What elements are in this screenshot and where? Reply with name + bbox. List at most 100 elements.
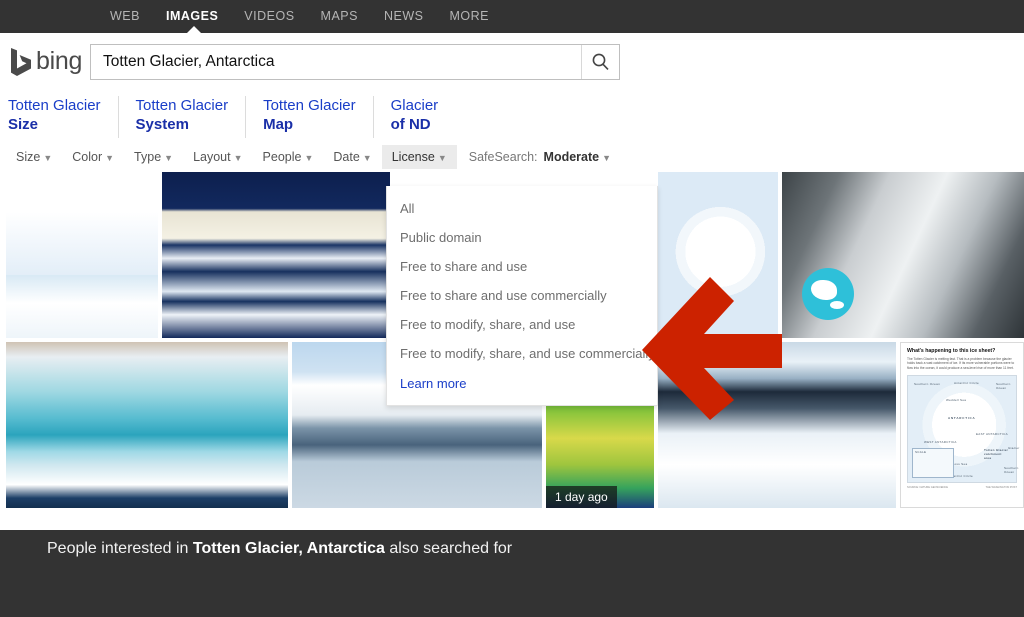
safesearch-label: SafeSearch: — [468, 149, 538, 164]
safesearch-value[interactable]: Moderate ▼ — [538, 150, 612, 164]
result-image — [6, 211, 158, 338]
license-learn-more-link[interactable]: Learn more — [387, 368, 657, 395]
footer-prefix: People interested in — [47, 540, 193, 557]
nav-item-more[interactable]: MORE — [436, 0, 502, 33]
related-search-1-line1: Totten Glacier — [135, 97, 229, 114]
map-label-southern-ocean-left: Southern Ocean — [914, 382, 941, 387]
ice-shelf-dark-sea-tile[interactable] — [162, 172, 390, 338]
related-search-2-line2: Map — [263, 116, 294, 133]
thumb-glacier-flowlines[interactable] — [156, 566, 254, 617]
infographic-publisher-credit: THE WASHINGTON POST — [985, 486, 1017, 490]
filter-size[interactable]: Size ▼ — [6, 145, 62, 169]
bing-images-search-page: WEB IMAGES VIDEOS MAPS NEWS MORE bing To… — [0, 0, 1024, 617]
filter-color-label: Color — [72, 149, 103, 164]
chevron-down-icon: ▼ — [304, 152, 314, 163]
infographic-antarctica-map: Southern Ocean Antarctic Circle Southern… — [907, 375, 1020, 484]
image-age-badge: 1 day ago — [546, 486, 617, 508]
filter-license-label: License — [391, 149, 435, 164]
related-search-3[interactable]: Glacier of ND — [391, 96, 456, 138]
related-searches-row: Totten Glacier Size Totten Glacier Syste… — [0, 90, 1024, 143]
map-label-antarctic-circle-top: Antarctic Circle — [954, 381, 979, 386]
filter-people[interactable]: People ▼ — [253, 145, 324, 169]
chevron-down-icon: ▼ — [233, 152, 243, 163]
bing-logo[interactable]: bing — [10, 47, 88, 77]
top-navigation-bar: WEB IMAGES VIDEOS MAPS NEWS MORE — [0, 0, 1024, 34]
related-search-0[interactable]: Totten Glacier Size — [8, 96, 119, 138]
map-label-southern-ocean-bottom: Southern Ocean — [1004, 466, 1019, 475]
bing-wordmark: bing — [36, 47, 83, 75]
related-search-2-line1: Totten Glacier — [263, 97, 356, 114]
thumb-earth-horizon[interactable] — [483, 566, 581, 617]
license-option-free-share-use-commercially[interactable]: Free to share and use commercially — [387, 281, 657, 310]
related-search-3-line1: Glacier — [390, 97, 439, 114]
infographic-source-credit: SOURCE: NATURE GEOSCIENCE — [907, 486, 949, 490]
related-search-1-line2: System — [135, 116, 189, 133]
filter-license[interactable]: License ▼ — [381, 144, 457, 169]
chevron-down-icon: ▼ — [602, 152, 612, 163]
search-box — [90, 43, 620, 80]
map-label-east-antarctica: EAST ANTARCTICA — [976, 432, 1008, 437]
top-nav-items: WEB IMAGES VIDEOS MAPS NEWS MORE — [97, 0, 502, 33]
infographic-credits: SOURCE: NATURE GEOSCIENCE THE WASHINGTON… — [901, 483, 1023, 489]
license-option-free-modify-share-use-commercially[interactable]: Free to modify, share, and use commercia… — [387, 339, 657, 368]
nav-item-news[interactable]: NEWS — [371, 0, 437, 33]
map-label-ross-sea: Ross Sea — [952, 462, 968, 467]
thumb-antarctica-white-map[interactable] — [592, 566, 690, 617]
thumb-misty-ice-landscape[interactable] — [919, 566, 1017, 617]
thumb-topographic-heatmap[interactable] — [810, 566, 908, 617]
map-label-totten-catchment: Totten Glacier catchment area — [984, 448, 1009, 461]
footer-query: Totten Glacier, Antarctica — [192, 540, 385, 557]
thumb-blue-flow-map[interactable] — [47, 566, 145, 617]
chevron-down-icon: ▼ — [105, 152, 115, 163]
thumb-satellite-ice[interactable] — [701, 566, 799, 617]
filter-type[interactable]: Type ▼ — [124, 145, 183, 169]
map-label-west-antarctica: WEST ANTARCTICA — [924, 440, 957, 445]
related-search-1[interactable]: Totten Glacier System — [136, 96, 247, 138]
related-search-2[interactable]: Totten Glacier Map — [263, 96, 374, 138]
result-image — [162, 172, 390, 338]
filter-size-label: Size — [16, 149, 41, 164]
chevron-down-icon: ▼ — [43, 152, 53, 163]
infographic-scale-inset: SCALE — [912, 448, 954, 479]
nav-item-videos[interactable]: VIDEOS — [231, 0, 307, 33]
chevron-down-icon: ▼ — [362, 152, 372, 163]
infographic-heading: What's happening to this ice sheet? — [907, 348, 996, 354]
ice-sheet-infographic-tile[interactable]: What's happening to this ice sheet? The … — [900, 342, 1024, 508]
search-button[interactable] — [581, 44, 619, 79]
license-option-free-share-use[interactable]: Free to share and use — [387, 252, 657, 281]
nav-item-web[interactable]: WEB — [97, 0, 153, 33]
related-search-3-line2: of ND — [390, 116, 431, 133]
related-search-0-line2: Size — [8, 116, 39, 133]
people-also-searched-title: People interested in Totten Glacier, Ant… — [0, 530, 1024, 558]
red-arrow-annotation-icon — [642, 277, 782, 420]
scale-inset-label: SCALE — [915, 450, 927, 455]
filter-color[interactable]: Color ▼ — [62, 145, 124, 169]
search-header: bing — [0, 33, 1024, 90]
thumb-bw-landscape[interactable] — [265, 566, 363, 617]
license-option-public-domain[interactable]: Public domain — [387, 223, 657, 252]
iceberg-blue-sky-tile[interactable] — [6, 172, 158, 338]
map-label-southern-ocean-right: Southern Ocean — [996, 382, 1011, 391]
filter-layout-label: Layout — [193, 149, 231, 164]
map-label-glacier: Glacier — [1008, 446, 1020, 451]
turquoise-ice-cliff-tile[interactable] — [6, 342, 288, 508]
chevron-down-icon: ▼ — [437, 152, 447, 163]
filter-people-label: People — [262, 149, 302, 164]
license-option-free-modify-share-use[interactable]: Free to modify, share, and use — [387, 310, 657, 339]
nav-item-maps[interactable]: MAPS — [308, 0, 371, 33]
license-dropdown-menu: All Public domain Free to share and use … — [386, 186, 658, 406]
license-option-all[interactable]: All — [387, 194, 657, 223]
related-search-0-line1: Totten Glacier — [8, 97, 101, 114]
safesearch-value-text: Moderate — [543, 149, 600, 164]
search-input[interactable] — [91, 44, 581, 79]
filter-date[interactable]: Date ▼ — [323, 145, 381, 169]
result-image — [6, 342, 288, 508]
related-thumbnail-strip — [0, 566, 1024, 617]
filter-layout[interactable]: Layout ▼ — [183, 145, 252, 169]
footer-suffix: also searched for — [384, 540, 513, 557]
satellite-ice-grayscale-tile[interactable] — [782, 172, 1024, 338]
filter-date-label: Date — [333, 149, 360, 164]
thumb-antarctica-blue-map[interactable] — [374, 566, 472, 617]
filter-bar: Size ▼ Color ▼ Type ▼ Layout ▼ People ▼ Date ▼… — [0, 143, 1024, 170]
people-also-searched-section: People interested in Totten Glacier, Ant… — [0, 530, 1024, 617]
